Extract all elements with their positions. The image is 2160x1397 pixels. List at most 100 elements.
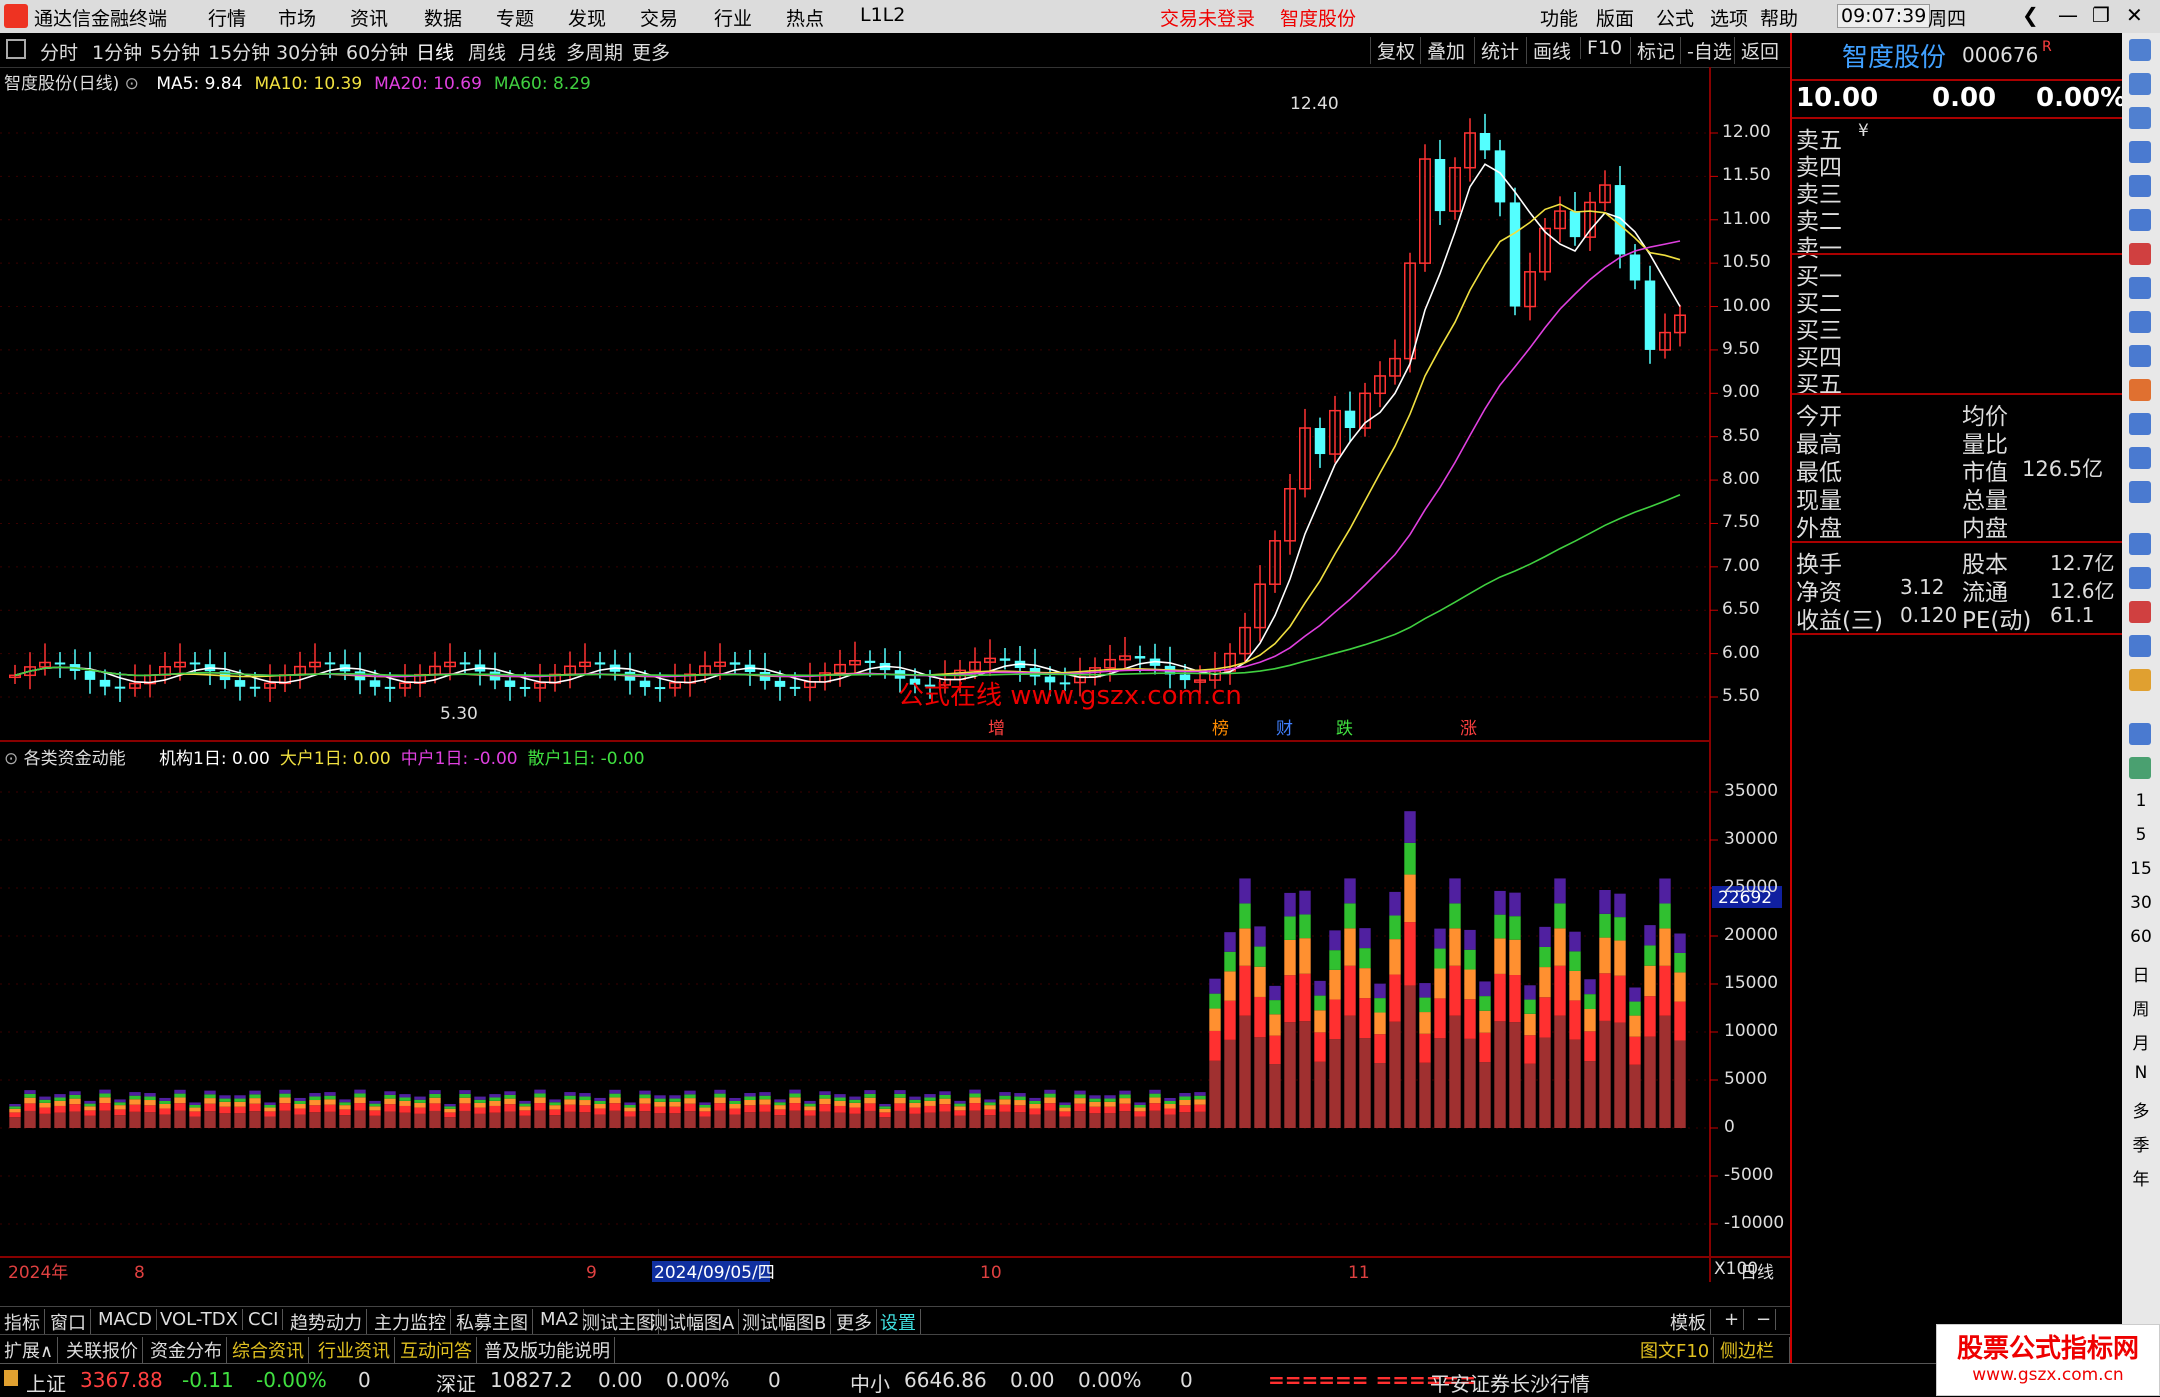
right-menu-4[interactable]: 帮助	[1760, 4, 1798, 31]
list-icon[interactable]	[2129, 277, 2151, 299]
restore-icon[interactable]: ❐	[2092, 3, 2110, 27]
arrow-up-icon[interactable]	[2129, 73, 2151, 95]
arrow-left-icon[interactable]	[2129, 39, 2151, 61]
indicator-tab-2[interactable]: MACD	[98, 1309, 157, 1330]
menu-9[interactable]: L1L2	[860, 4, 905, 26]
index-sh-name[interactable]: 上证	[26, 1368, 66, 1397]
extension-tab-0[interactable]: 扩展∧	[4, 1337, 59, 1363]
formula-icon[interactable]	[2129, 447, 2151, 469]
kline-svg[interactable]: 12.40 5.30 公式在线 www.gszx.com.cn 增 榜 财 跌 涨	[0, 67, 1790, 742]
period-9[interactable]: 多周期	[566, 38, 623, 65]
fund-flow-chart[interactable]: 22692 X100 2024年 8 9 2024/09/05/四 10 11 日线 ⊙ 各类资…	[0, 742, 1790, 1283]
current-stock-name[interactable]: 智度股份	[1280, 4, 1356, 31]
extension-tab-1[interactable]: 关联报价	[66, 1337, 143, 1363]
indicator-tab-right-1[interactable]: +	[1724, 1309, 1745, 1330]
extension-tab-6[interactable]: 普及版功能说明	[484, 1337, 615, 1363]
candle-icon[interactable]	[2129, 243, 2151, 265]
period-7[interactable]: 周线	[468, 38, 506, 65]
indicator-tab-10[interactable]: 测试幅图A	[650, 1309, 740, 1335]
extension-tab-2[interactable]: 资金分布	[150, 1337, 227, 1363]
period-0[interactable]: 分时	[40, 38, 78, 65]
tool-3[interactable]: 画线	[1526, 37, 1571, 64]
period-quick-2[interactable]: 15	[2122, 859, 2160, 879]
extension-tab-right-0[interactable]: 图文F10	[1640, 1337, 1715, 1363]
period-6[interactable]: 日线	[416, 38, 454, 65]
close-icon[interactable]: ✕	[2126, 3, 2143, 27]
fund-flow-svg[interactable]: 22692X1002024年 8 9 2024/09/05/四 10 11 日线	[0, 742, 1790, 1283]
f12-icon[interactable]	[2129, 413, 2151, 435]
collapse-icon[interactable]: ⊙	[125, 74, 139, 94]
menu-0[interactable]: 行情	[208, 4, 246, 31]
minimize-icon[interactable]: —	[2058, 3, 2078, 27]
kline-icon[interactable]	[2129, 141, 2151, 163]
line-chart-icon[interactable]	[2129, 209, 2151, 231]
indicator-tab-11[interactable]: 测试幅图B	[742, 1309, 832, 1335]
period-quick-5[interactable]: 日	[2122, 961, 2160, 986]
period-1[interactable]: 1分钟	[92, 38, 142, 65]
extension-tab-3[interactable]: 综合资讯	[232, 1337, 309, 1363]
note-icon[interactable]	[2129, 345, 2151, 367]
indicator-tab-5[interactable]: 趋势动力	[290, 1309, 367, 1335]
right-menu-1[interactable]: 版面	[1596, 4, 1634, 31]
period-quick-9[interactable]: 多	[2122, 1097, 2160, 1122]
indicator-tab-4[interactable]: CCI	[248, 1309, 284, 1330]
right-menu-0[interactable]: 功能	[1540, 4, 1578, 31]
indicator-tab-9[interactable]: 测试主图	[582, 1309, 659, 1335]
period-quick-11[interactable]: 年	[2122, 1165, 2160, 1190]
f10-icon[interactable]	[2129, 311, 2151, 333]
search-icon[interactable]	[2129, 481, 2151, 503]
tool-7[interactable]: 返回	[1734, 37, 1779, 64]
menu-5[interactable]: 发现	[568, 4, 606, 31]
trade-login-status[interactable]: 交易未登录	[1160, 4, 1255, 31]
panel-toggle-icon[interactable]	[6, 39, 26, 59]
indicator-tab-0[interactable]: 指标	[4, 1309, 45, 1335]
indicator-tab-6[interactable]: 主力监控	[374, 1309, 451, 1335]
tool-0[interactable]: 复权	[1370, 37, 1415, 64]
period-5[interactable]: 60分钟	[346, 38, 408, 65]
period-4[interactable]: 30分钟	[276, 38, 338, 65]
menu-6[interactable]: 交易	[640, 4, 678, 31]
broker-quote-source[interactable]: 平安证券长沙行情	[1430, 1368, 1590, 1397]
index-sz-name[interactable]: 深证	[436, 1368, 476, 1397]
extension-tab-4[interactable]: 行业资讯	[318, 1337, 395, 1363]
tool-2[interactable]: 统计	[1474, 37, 1519, 64]
chart-sync-icon[interactable]	[2129, 757, 2151, 779]
indicator-tab-1[interactable]: 窗口	[50, 1309, 91, 1335]
kline-chart[interactable]: 12.40 5.30 公式在线 www.gszx.com.cn 增 榜 财 跌 涨 智度股份(…	[0, 67, 1790, 742]
period-8[interactable]: 月线	[518, 38, 556, 65]
period-quick-10[interactable]: 季	[2122, 1131, 2160, 1156]
tool-1[interactable]: 叠加	[1420, 37, 1465, 64]
period-quick-0[interactable]: 1	[2122, 791, 2160, 811]
pencil-icon[interactable]	[2129, 669, 2151, 691]
alert-icon[interactable]	[2129, 601, 2151, 623]
wave-icon[interactable]	[2129, 533, 2151, 555]
menu-2[interactable]: 资讯	[350, 4, 388, 31]
period-3[interactable]: 15分钟	[208, 38, 270, 65]
indicator-tab-right-2[interactable]: −	[1756, 1309, 1777, 1330]
menu-1[interactable]: 市场	[278, 4, 316, 31]
period-quick-6[interactable]: 周	[2122, 995, 2160, 1020]
indicator-tab-7[interactable]: 私募主图	[456, 1309, 533, 1335]
menu-7[interactable]: 行业	[714, 4, 752, 31]
period-10[interactable]: 更多	[632, 38, 670, 65]
indicator-tab-8[interactable]: MA2	[540, 1309, 585, 1330]
rsi-icon[interactable]	[2129, 567, 2151, 589]
menu-8[interactable]: 热点	[786, 4, 824, 31]
indicator-tab-12[interactable]: 更多	[836, 1309, 877, 1335]
period-quick-4[interactable]: 60	[2122, 927, 2160, 947]
period-quick-7[interactable]: 月	[2122, 1029, 2160, 1054]
arrow-down-icon[interactable]	[2129, 107, 2151, 129]
tool-5[interactable]: 标记	[1630, 37, 1675, 64]
period-quick-1[interactable]: 5	[2122, 825, 2160, 845]
tool-4[interactable]: F10	[1580, 37, 1622, 59]
right-menu-3[interactable]: 选项	[1710, 4, 1748, 31]
move-icon[interactable]	[2129, 635, 2151, 657]
back-arrow-icon[interactable]: ❮	[2022, 3, 2039, 27]
menu-3[interactable]: 数据	[424, 4, 462, 31]
period-quick-3[interactable]: 30	[2122, 893, 2160, 913]
doc-icon[interactable]	[2129, 379, 2151, 401]
indicator-tab-13[interactable]: 设置	[880, 1309, 921, 1335]
tool-6[interactable]: -自选	[1680, 37, 1732, 64]
indicator-tab-3[interactable]: VOL-TDX	[160, 1309, 243, 1330]
period-2[interactable]: 5分钟	[150, 38, 200, 65]
